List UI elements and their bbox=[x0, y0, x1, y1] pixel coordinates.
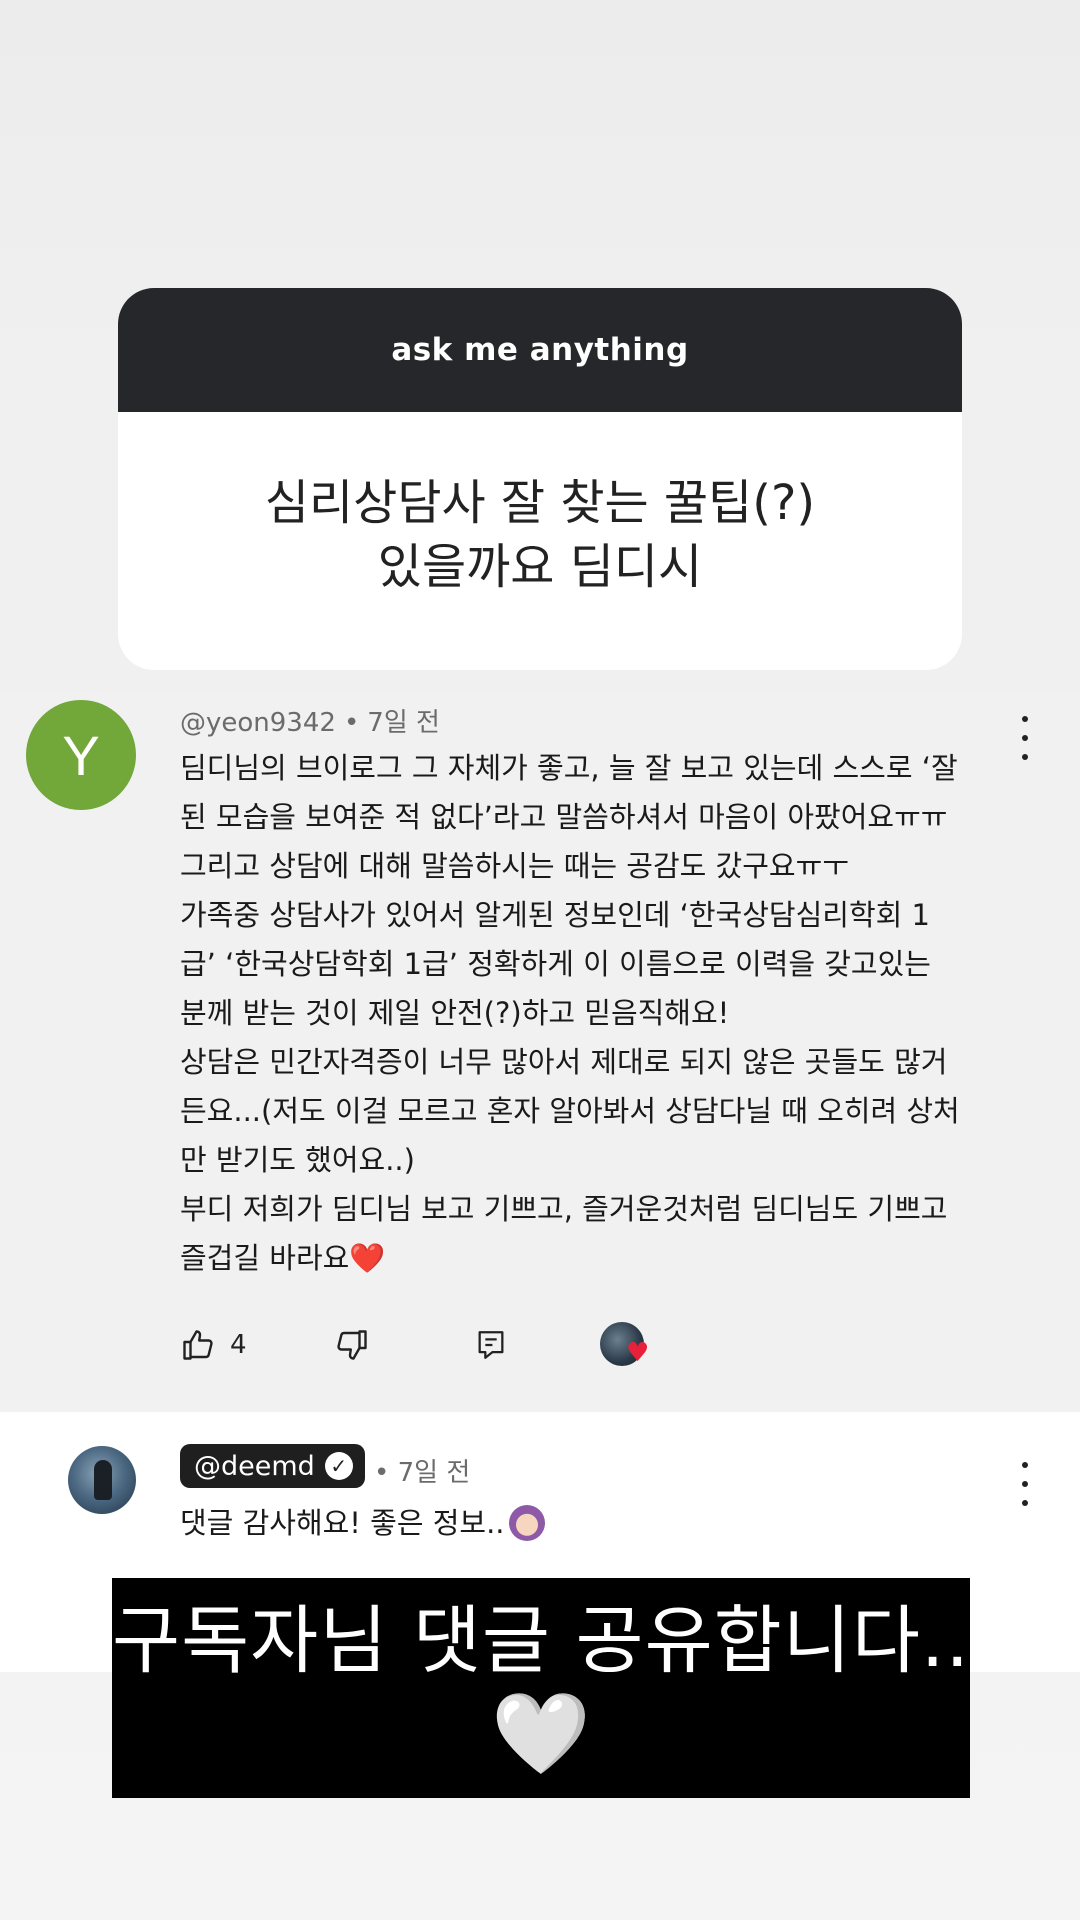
comment-line: 급’ ‘한국상담학회 1급’ 정확하게 이 이름으로 이력을 갖고있는 bbox=[180, 947, 931, 981]
red-heart-emoji: ❤️ bbox=[349, 1241, 386, 1275]
reply-author: @deemd bbox=[194, 1450, 315, 1482]
comment-line: 가족중 상담사가 있어서 알게된 정보인데 ‘한국상담심리학회 1 bbox=[180, 898, 930, 932]
comment-card: Y @yeon9342 • 7일 전 딤디님의 브이로그 그 자체가 좋고, 늘 잘… bbox=[0, 690, 1080, 1410]
comment-text: 딤디님의 브이로그 그 자체가 좋고, 늘 잘 보고 있는데 스스로 ‘잘 된 … bbox=[180, 744, 1020, 1283]
like-count: 4 bbox=[230, 1330, 247, 1360]
question-line-1: 심리상담사 잘 찾는 꿀팁(?) bbox=[264, 475, 816, 531]
story-caption: 구독자님 댓글 공유합니다... 🤍 bbox=[112, 1578, 995, 1798]
commenter-avatar[interactable]: Y bbox=[26, 700, 136, 810]
comment-line: 부디 저희가 딤디님 보고 기쁘고, 즐거운것처럼 딤디님도 기쁘고 bbox=[180, 1192, 948, 1226]
comment-line: 즐겁길 바라요 bbox=[180, 1241, 350, 1275]
comment-line: 든요...(저도 이걸 모르고 혼자 알아봐서 상담다닐 때 오히려 상처 bbox=[180, 1094, 960, 1128]
like-button[interactable]: 4 bbox=[180, 1320, 247, 1370]
verified-icon: ✓ bbox=[324, 1452, 353, 1480]
creator-handle-pill[interactable]: @deemd ✓ bbox=[180, 1444, 365, 1488]
comment-line: 분께 받는 것이 제일 안전(?)하고 믿음직해요! bbox=[180, 996, 730, 1030]
thumbs-up-icon bbox=[183, 1330, 213, 1360]
question-line-2: 있을까요 딤디시 bbox=[377, 539, 703, 595]
reply-meta: • 7일 전 bbox=[374, 1452, 470, 1489]
comment-actions: 4 ♥ bbox=[180, 1320, 780, 1370]
comment-meta: @yeon9342 • 7일 전 bbox=[180, 702, 440, 739]
white-heart-emoji: 🤍 bbox=[491, 1687, 591, 1780]
comment-line: 만 받기도 했어요..) bbox=[180, 1143, 415, 1177]
reply-separator: • bbox=[374, 1458, 390, 1488]
person-gesture-emoji bbox=[508, 1505, 545, 1541]
question-sticker: ask me anything 심리상담사 잘 찾는 꿀팁(?) 있을까요 딤디… bbox=[118, 288, 962, 670]
reply-text-row: 댓글 감사해요! 좋은 정보.. bbox=[180, 1500, 545, 1542]
comment-line: 된 모습을 보여준 적 없다’라고 말씀하셔서 마음이 아팠어요ㅠㅠ bbox=[180, 800, 948, 834]
sticker-question: 심리상담사 잘 찾는 꿀팁(?) 있을까요 딤디시 bbox=[118, 412, 962, 670]
comment-line: 딤디님의 브이로그 그 자체가 좋고, 늘 잘 보고 있는데 스스로 ‘잘 bbox=[180, 751, 958, 785]
comment-time: 7일 전 bbox=[367, 708, 440, 738]
reply-icon bbox=[478, 1331, 504, 1359]
comment-line-last: 즐겁길 바라요❤️ bbox=[180, 1234, 1020, 1283]
sticker-header: ask me anything bbox=[118, 288, 962, 412]
reply-time: 7일 전 bbox=[397, 1458, 471, 1488]
creator-avatar[interactable] bbox=[68, 1446, 136, 1514]
reply-text: 댓글 감사해요! 좋은 정보.. bbox=[180, 1506, 505, 1540]
heart-badge: ♥ bbox=[626, 1338, 650, 1368]
comment-author[interactable]: @yeon9342 bbox=[180, 708, 336, 738]
comment-line: 그리고 상담에 대해 말씀하시는 때는 공감도 갔구요ㅠㅜ bbox=[180, 849, 849, 883]
comment-line: 상담은 민간자격증이 너무 많아서 제대로 되지 않은 곳들도 많거 bbox=[180, 1045, 948, 1079]
caption-text: 구독자님 댓글 공유합니다... bbox=[112, 1598, 995, 1684]
more-vert-icon[interactable] bbox=[1010, 1462, 1040, 1506]
meta-separator: • bbox=[343, 708, 360, 738]
thumbs-down-icon bbox=[337, 1330, 367, 1360]
dislike-button[interactable] bbox=[334, 1320, 370, 1370]
reply-button[interactable] bbox=[474, 1320, 508, 1370]
